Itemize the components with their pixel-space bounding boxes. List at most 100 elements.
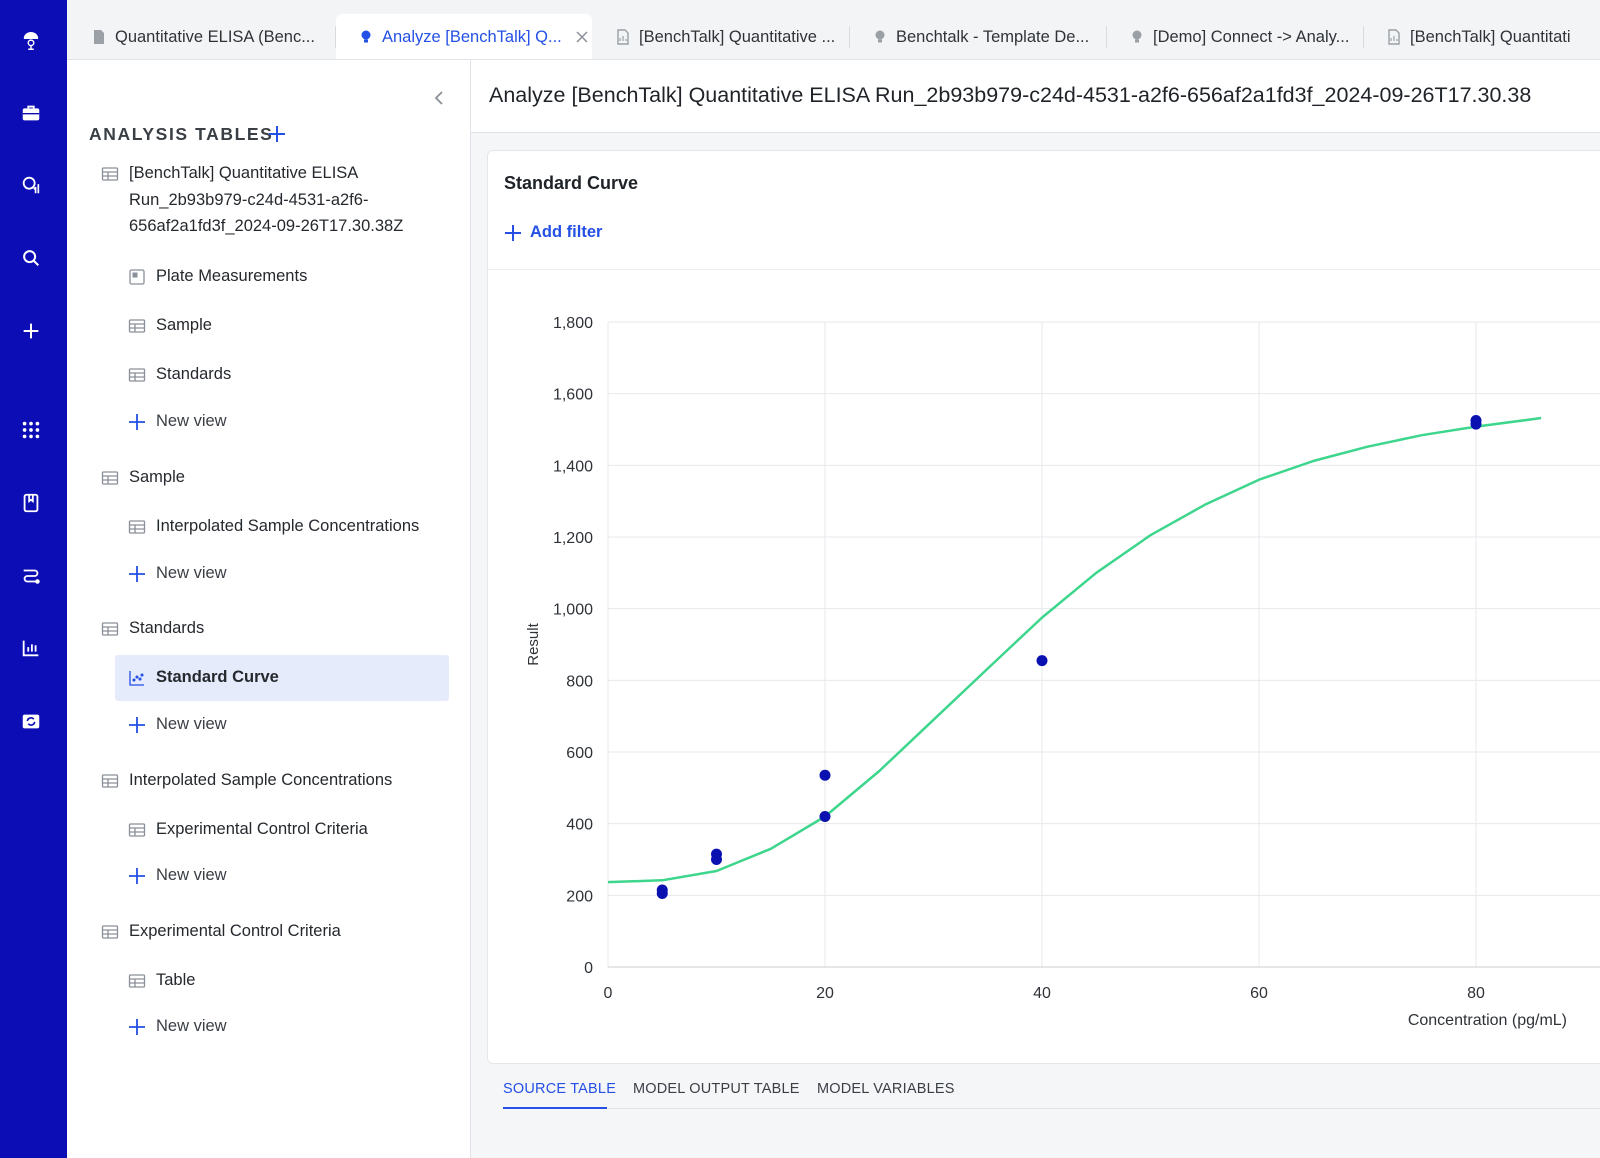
table-icon [128,972,146,990]
sidebar-item-interpolated-view[interactable]: Interpolated Sample Concentrations [128,517,419,536]
lightbulb-icon [1129,29,1145,45]
y-tick-label: 1,600 [553,387,593,404]
app-window: Quantitative ELISA (Benc... Analyze [Ben… [0,0,1600,1158]
sync-folder-icon[interactable] [18,708,44,734]
bar-chart-icon[interactable] [18,635,44,661]
notebook-icon[interactable] [18,490,44,516]
tab-demo-connect[interactable]: [Demo] Connect -> Analy... [1107,14,1363,59]
tab-bar: Quantitative ELISA (Benc... Analyze [Ben… [67,0,1600,60]
new-view-button[interactable]: New view [128,412,227,431]
sidebar-item-run-table[interactable]: [BenchTalk] Quantitative ELISA Run_2b93b… [101,164,403,240]
sidebar-item-standards-table[interactable]: Standards [101,619,204,638]
sidebar-item-standards-view[interactable]: Standards [128,365,231,384]
table-icon [101,620,119,638]
close-icon[interactable] [574,29,590,45]
lightbulb-icon [358,29,374,45]
search-chart-icon[interactable] [18,172,44,198]
new-view-button[interactable]: New view [128,1017,227,1036]
data-point [819,811,831,822]
y-tick-label: 400 [566,817,593,834]
standard-curve-chart: 0 200 400 600 800 1,000 1,200 1,400 1,600 1,800 0 2… [525,315,1600,1029]
sidebar-item-label: Standards [156,365,232,383]
workflow-icon[interactable] [18,563,44,589]
new-view-button[interactable]: New view [128,564,227,583]
x-tick-label: 60 [1250,985,1268,1002]
plus-icon[interactable] [18,318,44,344]
x-tick-label: 40 [1033,985,1051,1002]
bottom-tab-bar: SOURCE TABLE MODEL OUTPUT TABLE MODEL VA… [471,1069,1600,1158]
chevron-left-icon[interactable] [429,88,449,108]
briefcase-icon[interactable] [18,100,44,126]
data-point [1036,655,1048,667]
table-icon [101,772,119,790]
document-icon [615,29,631,45]
logo-icon[interactable] [18,28,44,54]
new-view-button[interactable]: New view [128,866,227,885]
tab-model-variables[interactable]: MODEL VARIABLES [817,1081,955,1097]
sidebar-item-label: Interpolated Sample Concentrations [129,771,393,789]
plus-icon [128,867,146,885]
y-tick-label: 600 [566,745,593,762]
add-table-icon[interactable] [267,124,287,144]
sidebar-item-control-criteria-table[interactable]: Experimental Control Criteria [101,922,341,941]
plus-icon [128,565,146,583]
x-tick-label: 20 [816,985,834,1002]
section-title: ANALYSIS TABLES [89,124,274,144]
y-tick-label: 1,000 [553,602,593,619]
app-rail [0,0,67,1158]
y-tick-label: 1,200 [553,530,593,547]
search-icon[interactable] [18,245,44,271]
sidebar-item-sample-table[interactable]: Sample [101,468,185,487]
chart-card: Standard Curve Add filter 0 200 400 600 800 1… [487,150,1600,1064]
tab-source-table[interactable]: SOURCE TABLE [503,1081,616,1097]
table-icon [128,518,146,536]
table-icon [128,366,146,384]
y-tick-label: 1,800 [553,315,593,332]
new-view-label: New view [156,1017,227,1035]
sidebar-item-control-criteria-view[interactable]: Experimental Control Criteria [128,820,368,839]
x-tick-label: 80 [1467,985,1485,1002]
y-tick-label: 800 [566,673,593,690]
sidebar-item-interpolated-table[interactable]: Interpolated Sample Concentrations [101,771,392,790]
sidebar-item-label: Plate Measurements [156,267,308,285]
tab-benchtalk-template[interactable]: Benchtalk - Template De... [850,14,1106,59]
sidebar-item-sample-view[interactable]: Sample [128,316,212,335]
lightbulb-icon [872,29,888,45]
x-tick-label: 0 [604,985,613,1002]
new-view-button[interactable]: New view [128,715,227,734]
tab-analyze-benchtalk[interactable]: Analyze [BenchTalk] Q... [336,14,592,59]
table-icon [101,165,119,183]
sidebar-item-label: Sample [129,468,185,486]
new-view-label: New view [156,412,227,430]
plate-icon [128,268,146,286]
sidebar-item-table-view[interactable]: Table [128,971,195,990]
tab-label: Analyze [BenchTalk] Q... [382,27,562,46]
data-point [656,888,668,900]
fitted-curve-line [608,416,1542,884]
data-point [711,854,722,865]
table-icon [128,821,146,839]
sidebar-item-label: Interpolated Sample Concentrations [156,517,420,535]
sidebar-item-label: Standard Curve [156,668,279,686]
table-icon [101,469,119,487]
y-tick-label: 0 [584,960,593,977]
tab-benchtalk-quantitative[interactable]: [BenchTalk] Quantitative ... [593,14,849,59]
tab-label: Benchtalk - Template De... [896,27,1090,46]
table-icon [101,923,119,941]
sidebar-item-standard-curve[interactable]: Standard Curve [128,668,279,687]
plus-icon [128,1018,146,1036]
sidebar-item-label: Standards [129,619,205,637]
tab-bar-divider [503,1108,1600,1109]
y-axis-label: Result [525,622,542,665]
tab-label: [BenchTalk] Quantitative ... [639,27,836,46]
sidebar-item-label: Experimental Control Criteria [129,922,341,940]
tab-model-output-table[interactable]: MODEL OUTPUT TABLE [633,1081,800,1097]
data-point [819,769,831,781]
page-header: Analyze [BenchTalk] Quantitative ELISA R… [471,60,1600,133]
apps-grid-icon[interactable] [18,417,44,443]
sidebar-item-plate-measurements[interactable]: Plate Measurements [128,267,307,286]
page-title: Analyze [BenchTalk] Quantitative ELISA R… [489,83,1532,107]
tab-quantitative-elisa[interactable]: Quantitative ELISA (Benc... [69,14,335,59]
y-tick-label: 200 [566,888,593,905]
tab-benchtalk-quantitative-2[interactable]: [BenchTalk] Quantitati [1364,14,1600,59]
